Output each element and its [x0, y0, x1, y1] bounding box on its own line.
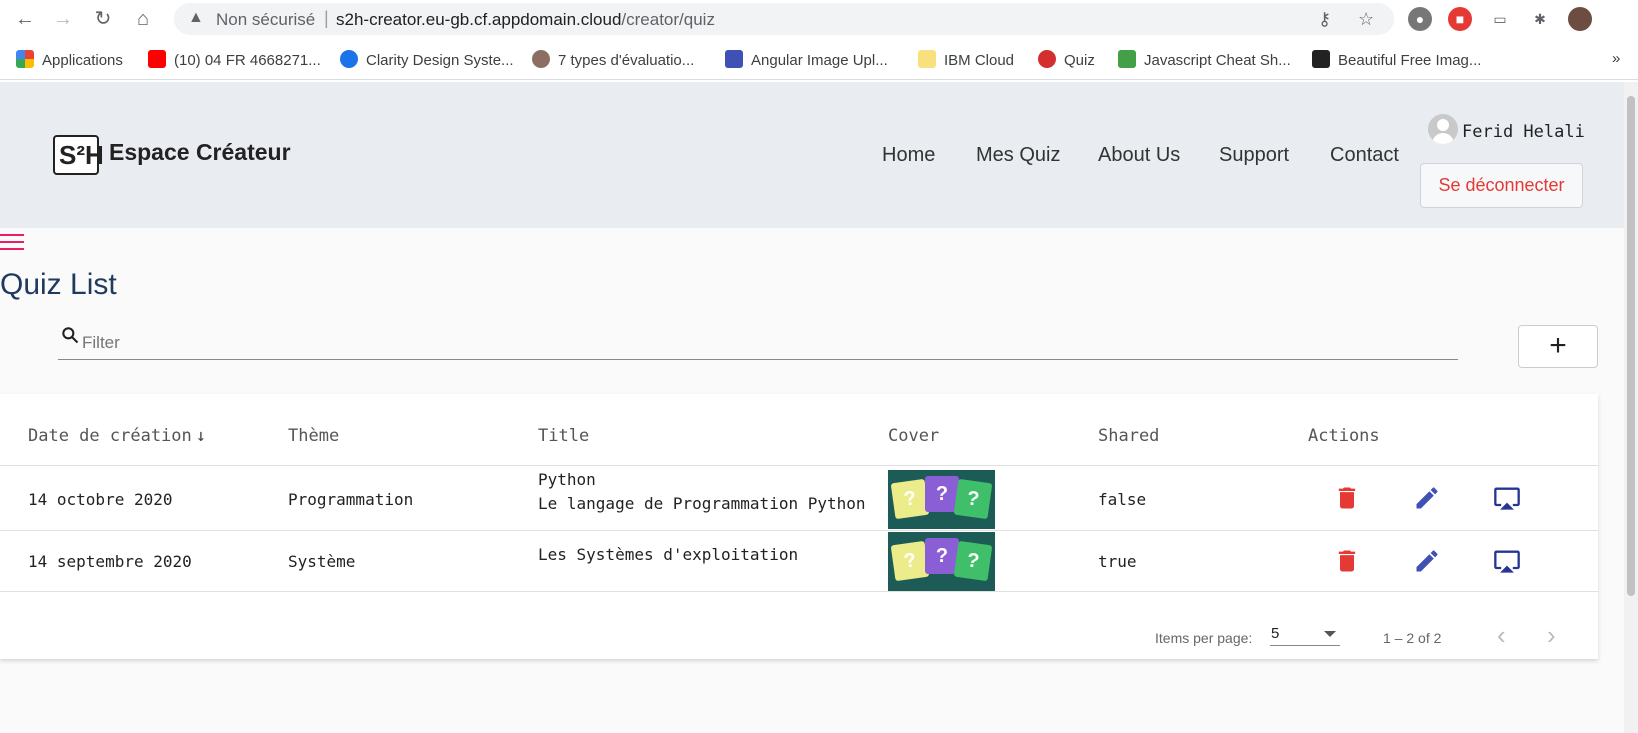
bookmark-item[interactable]: Quiz: [1038, 50, 1095, 69]
brand-title[interactable]: Espace Créateur: [109, 139, 291, 166]
edit-icon[interactable]: [1413, 547, 1441, 575]
cell-shared: true: [1098, 552, 1137, 571]
logout-button[interactable]: Se déconnecter: [1420, 163, 1583, 208]
bookmark-item[interactable]: Beautiful Free Imag...: [1312, 50, 1481, 69]
home-icon[interactable]: ⌂: [130, 6, 156, 32]
reload-icon[interactable]: ↻: [90, 6, 116, 32]
table-row[interactable]: 14 octobre 2020 Programmation Python Le …: [0, 465, 1598, 530]
delete-icon[interactable]: [1333, 547, 1361, 575]
page-title: Quiz List: [0, 268, 117, 301]
logo[interactable]: S²H: [53, 135, 104, 175]
add-quiz-button[interactable]: +: [1518, 325, 1598, 368]
delete-icon[interactable]: [1333, 484, 1361, 512]
cell-shared: false: [1098, 490, 1147, 509]
bookmark-favicon: [1118, 50, 1136, 68]
extension-icon[interactable]: ●: [1408, 7, 1432, 31]
items-per-page-label: Items per page:: [1155, 630, 1253, 646]
youtube-icon: [148, 50, 166, 68]
present-icon[interactable]: [1493, 484, 1521, 512]
bookmark-item[interactable]: Angular Image Upl...: [725, 50, 888, 69]
page-content: S²H Espace Créateur Home Mes Quiz About …: [0, 82, 1624, 733]
column-header-theme: Thème: [288, 426, 340, 446]
sort-down-icon[interactable]: ↓: [196, 426, 206, 446]
bookmarks-bar: Applications (10) 04 FR 4668271... Clari…: [0, 40, 1638, 80]
cell-subtitle: Le langage de Programmation Python: [538, 494, 866, 513]
cell-title: Python: [538, 470, 596, 489]
next-page-icon[interactable]: ›: [1547, 620, 1556, 651]
filter-input[interactable]: [82, 332, 1452, 354]
bookmark-favicon: [725, 50, 743, 68]
menu-icon[interactable]: [0, 234, 24, 252]
forward-icon[interactable]: →: [50, 6, 76, 32]
page-size-select[interactable]: 5: [1270, 622, 1340, 646]
bookmark-item[interactable]: (10) 04 FR 4668271...: [148, 50, 321, 69]
apps-icon: [16, 50, 34, 68]
separator: |: [324, 8, 329, 28]
cover-image: ???: [888, 532, 995, 591]
table-row[interactable]: 14 septembre 2020 Système Les Systèmes d…: [0, 530, 1598, 591]
bookmark-item[interactable]: IBM Cloud: [918, 50, 1014, 69]
prev-page-icon[interactable]: ‹: [1497, 620, 1506, 651]
filter-field[interactable]: [58, 318, 1458, 360]
quiz-favicon: [1038, 50, 1056, 68]
owl-icon: [532, 50, 550, 68]
search-icon: [62, 327, 79, 344]
column-header-actions: Actions: [1308, 426, 1380, 446]
address-bar[interactable]: ▲ Non sécurisé | s2h-creator.eu-gb.cf.ap…: [174, 3, 1394, 35]
divider: [0, 591, 1598, 592]
user-avatar: [1428, 114, 1458, 144]
bookmark-item[interactable]: 7 types d'évaluatio...: [532, 50, 694, 69]
insecure-label: Non sécurisé: [216, 10, 316, 29]
cell-theme: Programmation: [288, 490, 414, 509]
nav-home[interactable]: Home: [882, 144, 935, 167]
username: Ferid Helali: [1462, 122, 1585, 142]
range-label: 1 – 2 of 2: [1383, 630, 1442, 646]
unsplash-icon: [1312, 50, 1330, 68]
edit-icon[interactable]: [1413, 484, 1441, 512]
nav-about-us[interactable]: About Us: [1098, 144, 1180, 167]
nav-mes-quiz[interactable]: Mes Quiz: [976, 144, 1060, 167]
url-text: s2h-creator.eu-gb.cf.appdomain.cloud/cre…: [336, 10, 715, 29]
cell-date: 14 octobre 2020: [28, 490, 173, 509]
bookmark-item[interactable]: Javascript Cheat Sh...: [1118, 50, 1291, 69]
cast-icon[interactable]: ▭: [1488, 7, 1512, 31]
app-header: S²H Espace Créateur Home Mes Quiz About …: [0, 82, 1624, 228]
star-icon[interactable]: ☆: [1358, 9, 1374, 30]
folder-icon: [918, 50, 936, 68]
present-icon[interactable]: [1493, 547, 1521, 575]
profile-avatar[interactable]: [1568, 7, 1592, 31]
adblock-icon[interactable]: ■: [1448, 7, 1472, 31]
nav-contact[interactable]: Contact: [1330, 144, 1399, 167]
back-icon[interactable]: ←: [12, 6, 38, 32]
scrollbar[interactable]: [1624, 82, 1638, 733]
column-header-shared: Shared: [1098, 426, 1160, 446]
more-bookmarks-icon[interactable]: »: [1612, 50, 1620, 67]
clarity-icon: [340, 50, 358, 68]
browser-toolbar: ← → ↻ ⌂ ▲ Non sécurisé | s2h-creator.eu-…: [0, 0, 1638, 38]
quiz-table: Date de création ↓ Thème Title Cover Shar…: [0, 394, 1598, 659]
key-icon[interactable]: ⚷: [1318, 9, 1331, 30]
warning-icon: ▲: [188, 9, 204, 26]
cell-title: Les Systèmes d'exploitation: [538, 545, 799, 564]
dropdown-caret-icon: [1324, 631, 1336, 637]
cell-theme: Système: [288, 552, 356, 571]
cell-date: 14 septembre 2020: [28, 552, 192, 571]
cover-image: ???: [888, 470, 995, 529]
column-header-title: Title: [538, 426, 590, 446]
column-header-date[interactable]: Date de création ↓: [28, 426, 206, 446]
bookmark-item[interactable]: Clarity Design Syste...: [340, 50, 514, 69]
scrollbar-thumb[interactable]: [1627, 96, 1635, 596]
column-header-cover: Cover: [888, 426, 940, 446]
bookmark-item[interactable]: Applications: [16, 50, 123, 69]
puzzle-icon[interactable]: ✱: [1528, 7, 1552, 31]
nav-support[interactable]: Support: [1219, 144, 1289, 167]
